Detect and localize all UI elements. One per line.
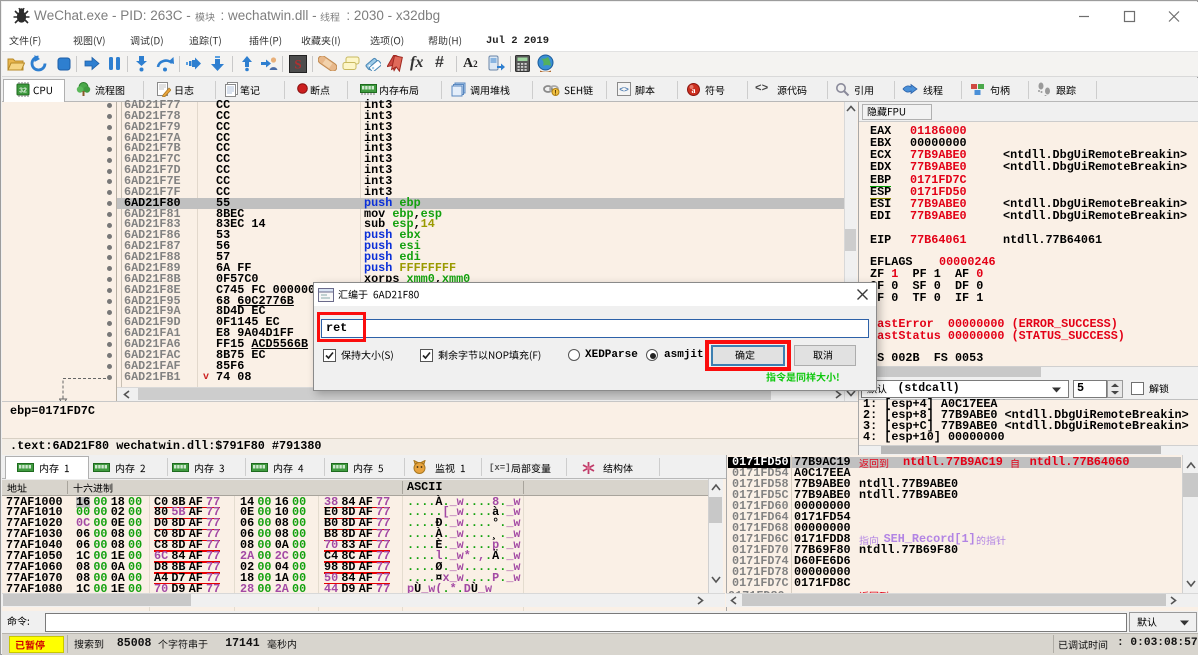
svg-text:!: ! (554, 90, 556, 96)
svg-text:32: 32 (19, 88, 27, 95)
svg-text:a: a (692, 86, 696, 95)
svg-text:S: S (294, 57, 301, 72)
svg-text:<>: <> (619, 86, 629, 95)
